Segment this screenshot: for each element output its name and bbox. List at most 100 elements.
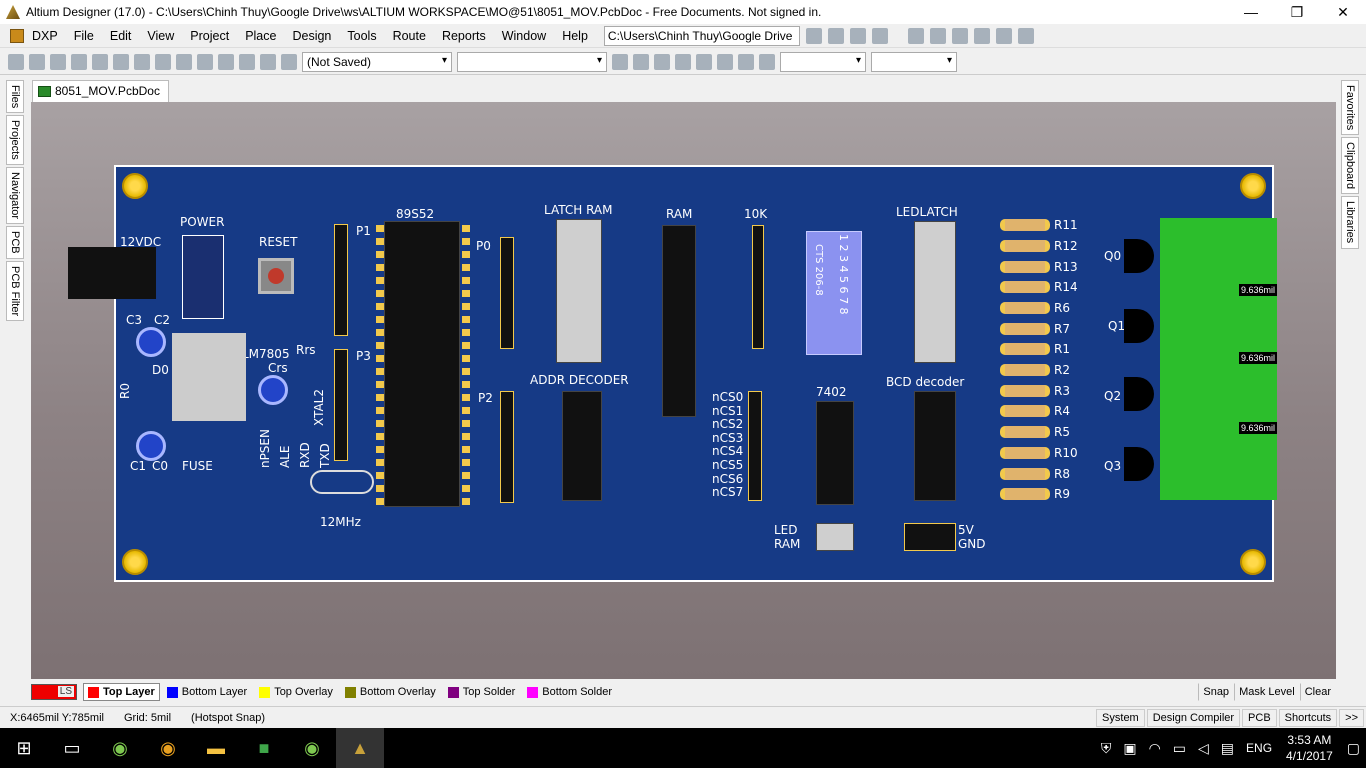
tab-clipboard[interactable]: Clipboard: [1341, 137, 1359, 195]
menu-file[interactable]: File: [66, 29, 102, 43]
save-icon[interactable]: [50, 53, 66, 70]
polygon-icon[interactable]: [696, 53, 712, 70]
menu-help[interactable]: Help: [554, 29, 596, 43]
close-button[interactable]: ✕: [1320, 0, 1366, 24]
file-explorer-icon[interactable]: ▬: [192, 728, 240, 768]
string-icon[interactable]: [717, 53, 733, 70]
layer-bottom-layer[interactable]: Bottom Layer: [162, 683, 252, 701]
minimize-button[interactable]: —: [1228, 0, 1274, 24]
resistor-row: R9: [1000, 486, 1078, 503]
text-icon[interactable]: [951, 27, 968, 44]
altium-taskbar-icon[interactable]: ▲: [336, 728, 384, 768]
layer-top-solder[interactable]: Top Solder: [443, 683, 521, 701]
extra-select-1[interactable]: [780, 51, 866, 72]
select-icon[interactable]: [197, 53, 213, 70]
filter-select[interactable]: [457, 51, 607, 72]
menu-dxp[interactable]: DXP: [24, 29, 66, 43]
mask-level-button[interactable]: Mask Level: [1234, 683, 1300, 701]
tab-pcb-filter[interactable]: PCB Filter: [6, 260, 24, 321]
clock[interactable]: 3:53 AM 4/1/2017: [1278, 732, 1341, 764]
language-icon[interactable]: ▤: [1215, 740, 1240, 757]
wifi-icon[interactable]: ◠: [1143, 740, 1167, 757]
clear-filter-icon[interactable]: [759, 53, 775, 70]
browser-icon[interactable]: ◉: [288, 728, 336, 768]
layer-bottom-overlay[interactable]: Bottom Overlay: [340, 683, 441, 701]
redo-icon[interactable]: [260, 53, 276, 70]
new-icon[interactable]: [8, 53, 24, 70]
menu-tools[interactable]: Tools: [339, 29, 384, 43]
wire-icon[interactable]: [612, 53, 628, 70]
keyboard-icon[interactable]: ▣: [1117, 740, 1142, 757]
menu-design[interactable]: Design: [284, 29, 339, 43]
shield-icon[interactable]: ⛨: [1095, 740, 1118, 757]
refresh-icon[interactable]: [871, 27, 888, 44]
browse-icon[interactable]: [281, 53, 297, 70]
shortcuts-button[interactable]: Shortcuts: [1278, 709, 1338, 727]
label-c3: C3: [126, 313, 143, 327]
open-icon[interactable]: [29, 53, 45, 70]
tab-projects[interactable]: Projects: [6, 115, 24, 165]
menu-edit[interactable]: Edit: [102, 29, 140, 43]
snap-button[interactable]: Snap: [1198, 683, 1234, 701]
volume-icon[interactable]: ◁: [1192, 740, 1215, 757]
cut-icon[interactable]: [134, 53, 150, 70]
paste-icon[interactable]: [176, 53, 192, 70]
arc-icon[interactable]: [654, 53, 670, 70]
more-button[interactable]: >>: [1339, 709, 1364, 727]
pcb-button[interactable]: PCB: [1242, 709, 1277, 727]
design-compiler-button[interactable]: Design Compiler: [1146, 709, 1241, 727]
dimension-icon[interactable]: [973, 27, 990, 44]
extra-select-2[interactable]: [871, 51, 957, 72]
maximize-button[interactable]: ❐: [1274, 0, 1320, 24]
doc-tab-label: 8051_MOV.PcbDoc: [55, 84, 160, 98]
layer-bottom-solder[interactable]: Bottom Solder: [522, 683, 617, 701]
language-label[interactable]: ENG: [1240, 741, 1278, 755]
menu-project[interactable]: Project: [182, 29, 237, 43]
undo-icon[interactable]: [239, 53, 255, 70]
menu-reports[interactable]: Reports: [434, 29, 494, 43]
battery-icon[interactable]: ▭: [1167, 740, 1192, 757]
menu-place[interactable]: Place: [237, 29, 284, 43]
tab-files[interactable]: Files: [6, 80, 24, 114]
copy-icon[interactable]: [155, 53, 171, 70]
variant-select[interactable]: (Not Saved): [302, 51, 452, 72]
layer-top-layer[interactable]: Top Layer: [83, 683, 160, 701]
component-icon[interactable]: [738, 53, 754, 70]
serial-labels: nPSEN ALE RXD TXD: [258, 429, 332, 468]
menu-view[interactable]: View: [139, 29, 182, 43]
notification-icon[interactable]: ▢: [1341, 740, 1366, 757]
task-view-icon[interactable]: ▭: [48, 728, 96, 768]
tab-pcb[interactable]: PCB: [6, 226, 24, 259]
align-icon[interactable]: [929, 27, 946, 44]
menu-route[interactable]: Route: [385, 29, 434, 43]
zoom-fit-icon[interactable]: [92, 53, 108, 70]
back-icon[interactable]: [805, 27, 822, 44]
path-combobox[interactable]: C:\Users\Chinh Thuy\Google Drive: [603, 25, 800, 46]
browser-icon[interactable]: ◉: [96, 728, 144, 768]
app-icon[interactable]: ◉: [144, 728, 192, 768]
forward-icon[interactable]: [827, 27, 844, 44]
doc-tab-pcbdoc[interactable]: 8051_MOV.PcbDoc: [32, 80, 169, 102]
room-icon[interactable]: [995, 27, 1012, 44]
menu-window[interactable]: Window: [494, 29, 554, 43]
excel-icon[interactable]: ■: [240, 728, 288, 768]
home-icon[interactable]: [849, 27, 866, 44]
route-icon[interactable]: [907, 27, 924, 44]
tab-favorites[interactable]: Favorites: [1341, 80, 1359, 136]
tab-navigator[interactable]: Navigator: [6, 166, 24, 225]
dxp-icon[interactable]: [10, 28, 24, 43]
layer-top-overlay[interactable]: Top Overlay: [254, 683, 338, 701]
grid-icon[interactable]: [1017, 27, 1034, 44]
tab-libraries[interactable]: Libraries: [1341, 196, 1359, 249]
move-icon[interactable]: [218, 53, 234, 70]
clear-button[interactable]: Clear: [1299, 683, 1336, 701]
pcb-board[interactable]: POWER RESET 12VDC P1 P3 89S52 P0 P2 LATC…: [114, 165, 1274, 582]
system-button[interactable]: System: [1096, 709, 1145, 727]
print-icon[interactable]: [71, 53, 87, 70]
resistor-row: R5: [1000, 424, 1078, 441]
layer-set-button[interactable]: LS: [31, 684, 77, 700]
zoom-area-icon[interactable]: [113, 53, 129, 70]
fill-icon[interactable]: [675, 53, 691, 70]
via-icon[interactable]: [633, 53, 649, 70]
windows-start-icon[interactable]: ⊞: [0, 728, 48, 768]
